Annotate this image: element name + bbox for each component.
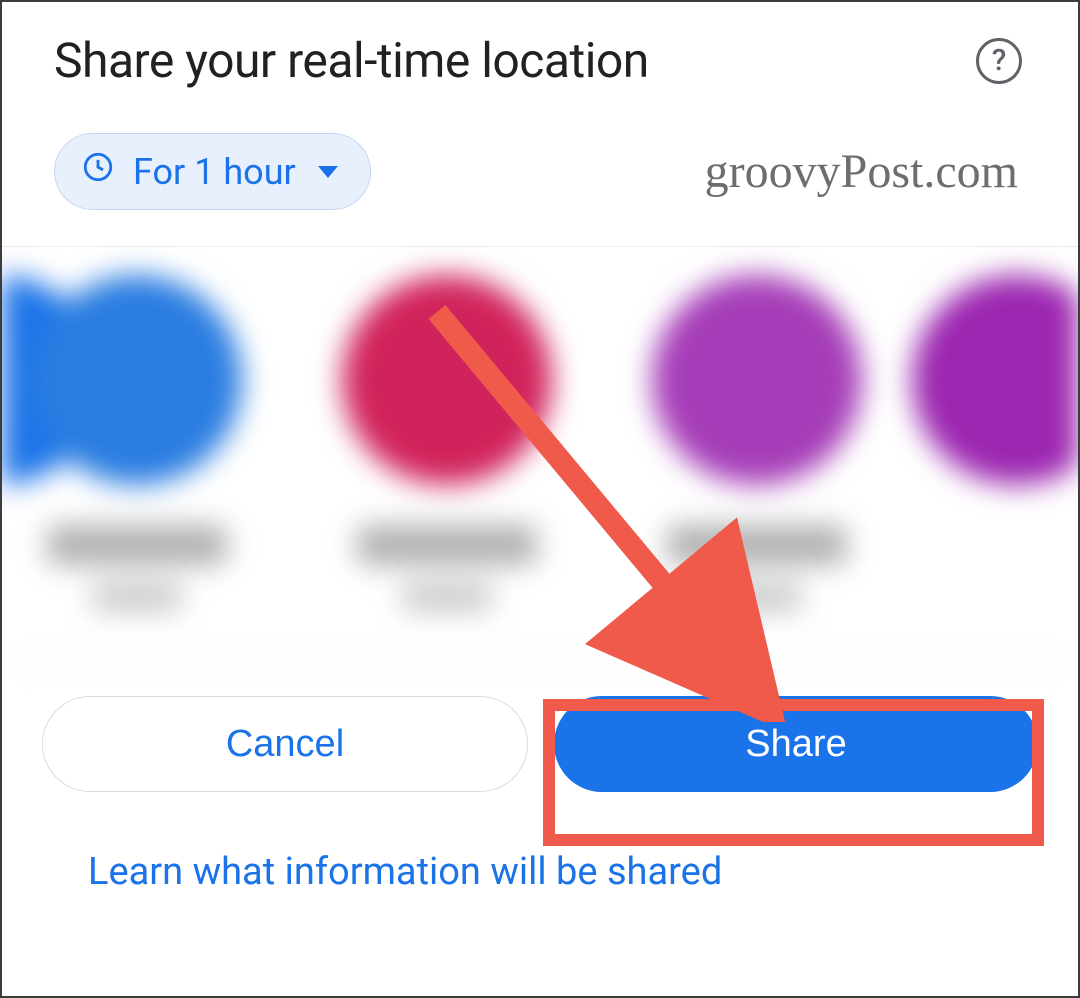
clock-icon	[81, 150, 115, 193]
contact-sub-placeholder	[402, 583, 492, 611]
duration-chip-label: For 1 hour	[133, 151, 296, 193]
watermark-text: groovyPost.com	[705, 144, 1018, 199]
action-row: Cancel Share	[2, 664, 1078, 822]
contact-name-placeholder	[667, 525, 847, 565]
cancel-button-label: Cancel	[226, 723, 344, 766]
share-location-sheet: Share your real-time location ? For 1 ho…	[0, 0, 1080, 998]
contact-item[interactable]	[912, 275, 1042, 485]
contacts-strip[interactable]	[2, 247, 1078, 664]
footer: Learn what information will be shared	[2, 822, 1078, 894]
page-title: Share your real-time location	[54, 32, 976, 89]
chevron-down-icon	[318, 166, 338, 178]
contact-sub-placeholder	[712, 583, 802, 611]
contact-item[interactable]	[292, 275, 602, 611]
contact-name-placeholder	[47, 525, 227, 565]
learn-more-link[interactable]: Learn what information will be shared	[88, 850, 722, 894]
avatar	[32, 275, 242, 485]
contact-item[interactable]	[602, 275, 912, 611]
avatar	[342, 275, 552, 485]
help-icon[interactable]: ?	[976, 38, 1022, 84]
duration-chip[interactable]: For 1 hour	[54, 133, 371, 210]
contact-item[interactable]	[2, 275, 292, 611]
contact-sub-placeholder	[92, 583, 182, 611]
avatar	[912, 275, 1078, 485]
header: Share your real-time location ?	[2, 2, 1078, 89]
share-button[interactable]: Share	[554, 696, 1038, 792]
duration-row: For 1 hour groovyPost.com	[2, 89, 1078, 247]
contact-name-placeholder	[357, 525, 537, 565]
avatar	[652, 275, 862, 485]
share-button-label: Share	[745, 723, 846, 766]
cancel-button[interactable]: Cancel	[42, 696, 528, 792]
